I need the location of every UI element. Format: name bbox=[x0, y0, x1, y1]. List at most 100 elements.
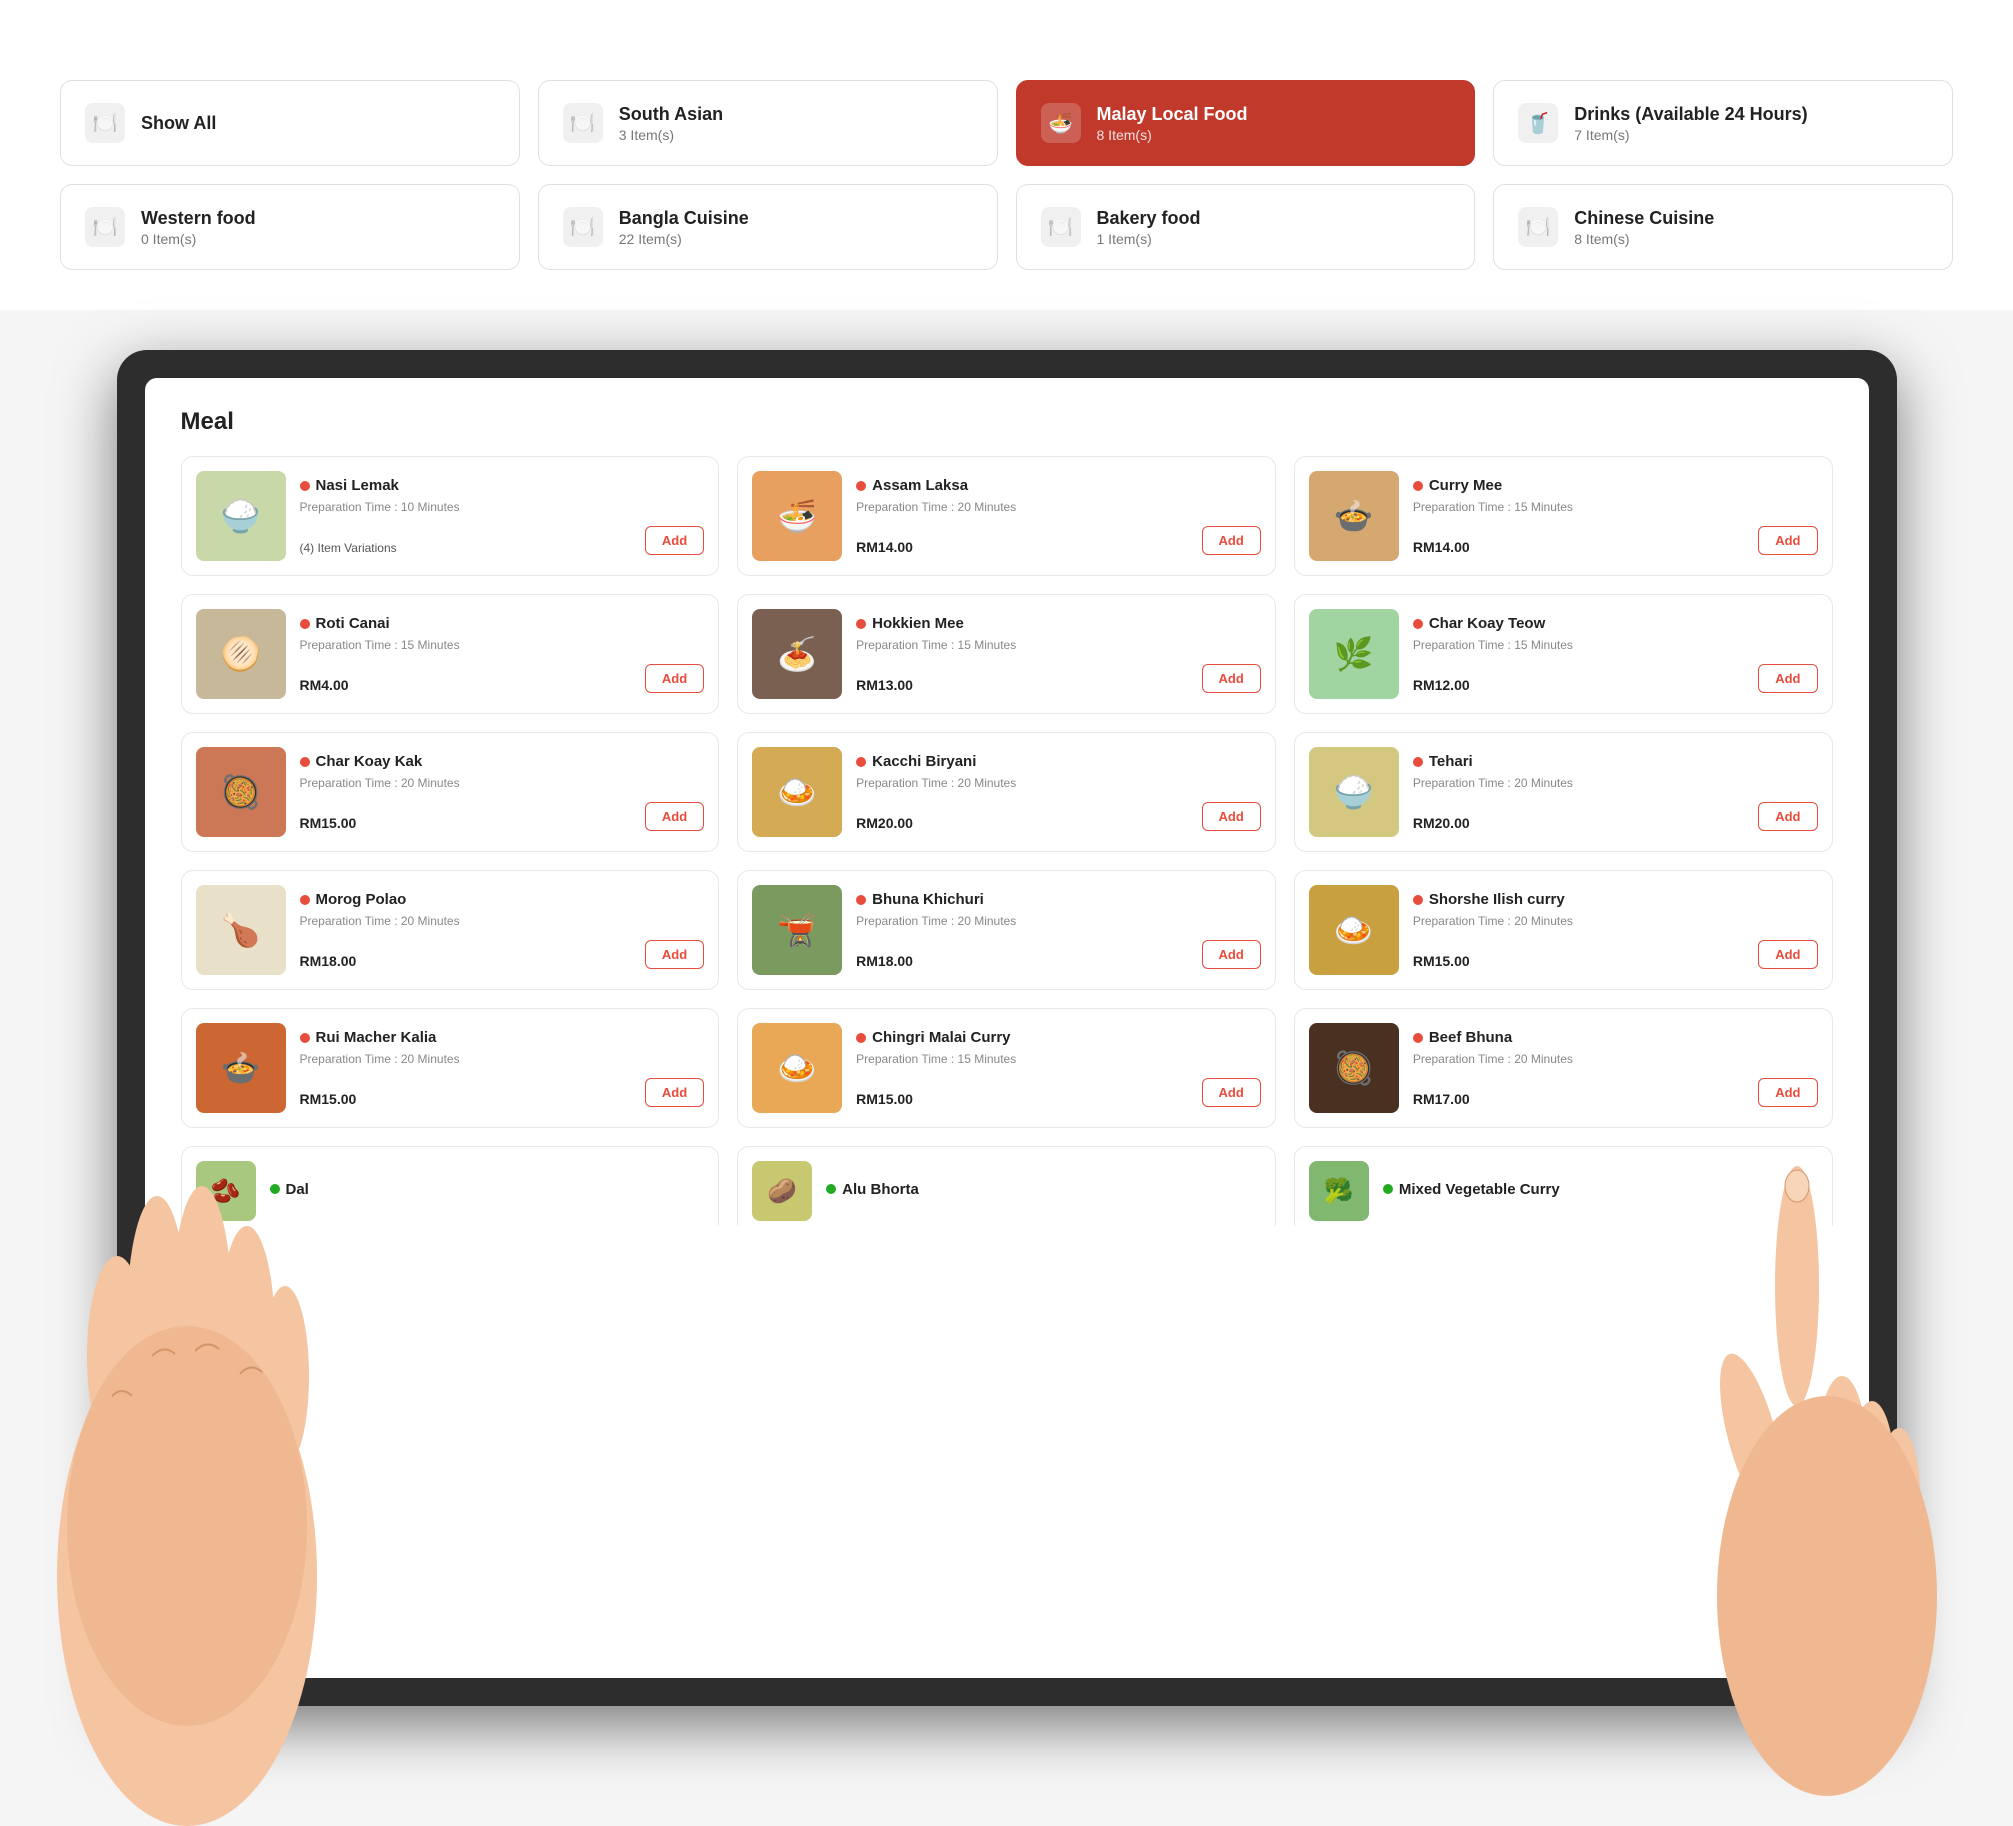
add-button-beef-bhuna[interactable]: Add bbox=[1758, 1078, 1817, 1107]
category-western[interactable]: 🍽️ Western food 0 Item(s) bbox=[60, 184, 520, 270]
add-button-nasi-lemak[interactable]: Add bbox=[645, 526, 704, 555]
add-button-assam-laksa[interactable]: Add bbox=[1202, 526, 1261, 555]
status-dot bbox=[826, 1184, 836, 1194]
add-button-char-koay-teow[interactable]: Add bbox=[1758, 664, 1817, 693]
add-button-shorshe-ilish[interactable]: Add bbox=[1758, 940, 1817, 969]
item-price: RM4.00 bbox=[300, 677, 349, 693]
category-name-drinks: Drinks (Available 24 Hours) bbox=[1574, 104, 1807, 125]
menu-item-tehari: 🍚 Tehari Preparation Time : 20 Minutes R… bbox=[1294, 732, 1833, 852]
item-price: RM14.00 bbox=[1413, 539, 1470, 555]
add-button-char-koay-kak[interactable]: Add bbox=[645, 802, 704, 831]
add-button-rui-macher[interactable]: Add bbox=[645, 1078, 704, 1107]
add-button-morog-polao[interactable]: Add bbox=[645, 940, 704, 969]
menu-item-hokkien-mee: 🍝 Hokkien Mee Preparation Time : 15 Minu… bbox=[737, 594, 1276, 714]
item-price: RM14.00 bbox=[856, 539, 913, 555]
category-icon-bakery: 🍽️ bbox=[1041, 207, 1081, 247]
status-dot bbox=[856, 1033, 866, 1043]
item-prep: Preparation Time : 15 Minutes bbox=[1413, 638, 1818, 652]
right-hand-icon bbox=[1697, 1156, 1937, 1806]
item-name: Tehari bbox=[1429, 753, 1473, 770]
item-name: Chingri Malai Curry bbox=[872, 1029, 1010, 1046]
item-name: Mixed Vegetable Curry bbox=[1399, 1181, 1560, 1198]
item-prep: Preparation Time : 20 Minutes bbox=[856, 914, 1261, 928]
app-container: 🍽️ Show All 🍽️ South Asian 3 Item(s) 🍜 M… bbox=[0, 0, 2013, 1706]
add-button-tehari[interactable]: Add bbox=[1758, 802, 1817, 831]
add-button-curry-mee[interactable]: Add bbox=[1758, 526, 1817, 555]
category-name-show-all: Show All bbox=[141, 113, 216, 134]
category-icon-chinese: 🍽️ bbox=[1518, 207, 1558, 247]
add-button-roti-canai[interactable]: Add bbox=[645, 664, 704, 693]
alu-bhorta-image: 🥔 bbox=[752, 1161, 812, 1221]
item-prep: Preparation Time : 20 Minutes bbox=[1413, 914, 1818, 928]
category-count-south-asian: 3 Item(s) bbox=[619, 127, 723, 143]
char-koay-teow-image: 🌿 bbox=[1309, 609, 1399, 699]
item-prep: Preparation Time : 20 Minutes bbox=[300, 776, 705, 790]
status-dot bbox=[1413, 895, 1423, 905]
item-name: Bhuna Khichuri bbox=[872, 891, 984, 908]
add-button-chingri-malai[interactable]: Add bbox=[1202, 1078, 1261, 1107]
left-hand-icon bbox=[57, 1076, 317, 1826]
status-dot bbox=[1413, 481, 1423, 491]
tehari-image: 🍚 bbox=[1309, 747, 1399, 837]
item-name: Hokkien Mee bbox=[872, 615, 964, 632]
menu-item-curry-mee: 🍲 Curry Mee Preparation Time : 15 Minute… bbox=[1294, 456, 1833, 576]
category-icon-drinks: 🥤 bbox=[1518, 103, 1558, 143]
menu-item-kacchi-biryani: 🍛 Kacchi Biryani Preparation Time : 20 M… bbox=[737, 732, 1276, 852]
roti-canai-image: 🫓 bbox=[196, 609, 286, 699]
menu-item-nasi-lemak: 🍚 Nasi Lemak Preparation Time : 10 Minut… bbox=[181, 456, 720, 576]
item-price: RM15.00 bbox=[1413, 953, 1470, 969]
item-price: RM12.00 bbox=[1413, 677, 1470, 693]
item-name: Rui Macher Kalia bbox=[316, 1029, 437, 1046]
item-prep: Preparation Time : 15 Minutes bbox=[300, 638, 705, 652]
item-prep: Preparation Time : 15 Minutes bbox=[856, 1052, 1261, 1066]
category-south-asian[interactable]: 🍽️ South Asian 3 Item(s) bbox=[538, 80, 998, 166]
meal-section: Meal 🍚 Nasi Lemak Preparation Time : 10 … bbox=[145, 378, 1869, 1256]
menu-item-morog-polao: 🍗 Morog Polao Preparation Time : 20 Minu… bbox=[181, 870, 720, 990]
item-price: RM15.00 bbox=[856, 1091, 913, 1107]
category-icon-bangla: 🍽️ bbox=[563, 207, 603, 247]
item-prep: Preparation Time : 10 Minutes bbox=[300, 500, 705, 514]
category-name-chinese: Chinese Cuisine bbox=[1574, 208, 1714, 229]
item-name: Char Koay Teow bbox=[1429, 615, 1545, 632]
curry-mee-image: 🍲 bbox=[1309, 471, 1399, 561]
add-button-hokkien-mee[interactable]: Add bbox=[1202, 664, 1261, 693]
char-koay-kak-image: 🥘 bbox=[196, 747, 286, 837]
status-dot bbox=[300, 895, 310, 905]
add-button-bhuna-khichuri[interactable]: Add bbox=[1202, 940, 1261, 969]
menu-item-beef-bhuna: 🥘 Beef Bhuna Preparation Time : 20 Minut… bbox=[1294, 1008, 1833, 1128]
meal-section-title: Meal bbox=[181, 408, 1833, 436]
item-prep: Preparation Time : 20 Minutes bbox=[1413, 776, 1818, 790]
category-icon-malay-local: 🍜 bbox=[1041, 103, 1081, 143]
status-dot bbox=[856, 481, 866, 491]
categories-grid: 🍽️ Show All 🍽️ South Asian 3 Item(s) 🍜 M… bbox=[60, 80, 1953, 270]
status-dot bbox=[856, 757, 866, 767]
item-name: Alu Bhorta bbox=[842, 1181, 919, 1198]
menu-item-assam-laksa: 🍜 Assam Laksa Preparation Time : 20 Minu… bbox=[737, 456, 1276, 576]
shorshe-ilish-image: 🍛 bbox=[1309, 885, 1399, 975]
category-show-all[interactable]: 🍽️ Show All bbox=[60, 80, 520, 166]
category-count-bakery: 1 Item(s) bbox=[1097, 231, 1201, 247]
category-bakery[interactable]: 🍽️ Bakery food 1 Item(s) bbox=[1016, 184, 1476, 270]
item-name: Beef Bhuna bbox=[1429, 1029, 1512, 1046]
item-name: Curry Mee bbox=[1429, 477, 1502, 494]
mixed-vegetable-image: 🥦 bbox=[1309, 1161, 1369, 1221]
item-prep: Preparation Time : 15 Minutes bbox=[856, 638, 1261, 652]
add-button-kacchi-biryani[interactable]: Add bbox=[1202, 802, 1261, 831]
status-dot bbox=[1383, 1184, 1393, 1194]
kacchi-biryani-image: 🍛 bbox=[752, 747, 842, 837]
item-price: RM13.00 bbox=[856, 677, 913, 693]
tablet-frame: Meal 🍚 Nasi Lemak Preparation Time : 10 … bbox=[117, 350, 1897, 1706]
status-dot bbox=[856, 619, 866, 629]
category-icon-show-all: 🍽️ bbox=[85, 103, 125, 143]
category-drinks[interactable]: 🥤 Drinks (Available 24 Hours) 7 Item(s) bbox=[1493, 80, 1953, 166]
tablet-wrapper: Meal 🍚 Nasi Lemak Preparation Time : 10 … bbox=[57, 350, 1957, 1706]
category-malay-local[interactable]: 🍜 Malay Local Food 8 Item(s) bbox=[1016, 80, 1476, 166]
category-chinese[interactable]: 🍽️ Chinese Cuisine 8 Item(s) bbox=[1493, 184, 1953, 270]
status-dot bbox=[1413, 757, 1423, 767]
morog-polao-image: 🍗 bbox=[196, 885, 286, 975]
menu-item-char-koay-teow: 🌿 Char Koay Teow Preparation Time : 15 M… bbox=[1294, 594, 1833, 714]
menu-item-char-koay-kak: 🥘 Char Koay Kak Preparation Time : 20 Mi… bbox=[181, 732, 720, 852]
item-prep: Preparation Time : 20 Minutes bbox=[300, 1052, 705, 1066]
item-name: Roti Canai bbox=[316, 615, 390, 632]
category-bangla[interactable]: 🍽️ Bangla Cuisine 22 Item(s) bbox=[538, 184, 998, 270]
